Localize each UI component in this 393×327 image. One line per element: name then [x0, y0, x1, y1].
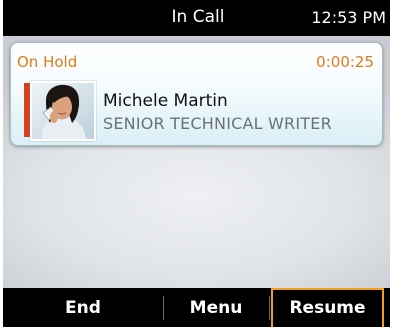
status-bar: In Call 12:53 PM: [3, 0, 390, 36]
menu-button[interactable]: Menu: [164, 288, 268, 327]
phone-screen: In Call 12:53 PM On Hold 0:00:25 Michele…: [3, 0, 390, 327]
end-call-button[interactable]: End: [3, 288, 163, 327]
resume-button[interactable]: Resume: [271, 288, 384, 327]
active-call-card[interactable]: On Hold 0:00:25 Michele Martin SENIOR TE…: [10, 42, 383, 146]
clock: 12:53 PM: [311, 8, 386, 27]
contact-avatar: [30, 81, 96, 141]
person-photo-icon: [32, 83, 94, 139]
soft-key-divider: [269, 296, 270, 320]
contact-job-title: SENIOR TECHNICAL WRITER: [103, 114, 332, 133]
soft-key-bar: End Menu Resume: [3, 288, 390, 327]
call-duration-timer: 0:00:25: [316, 53, 374, 71]
contact-name: Michele Martin: [103, 91, 228, 111]
screen-title: In Call: [171, 7, 225, 27]
call-status-label: On Hold: [17, 53, 78, 71]
